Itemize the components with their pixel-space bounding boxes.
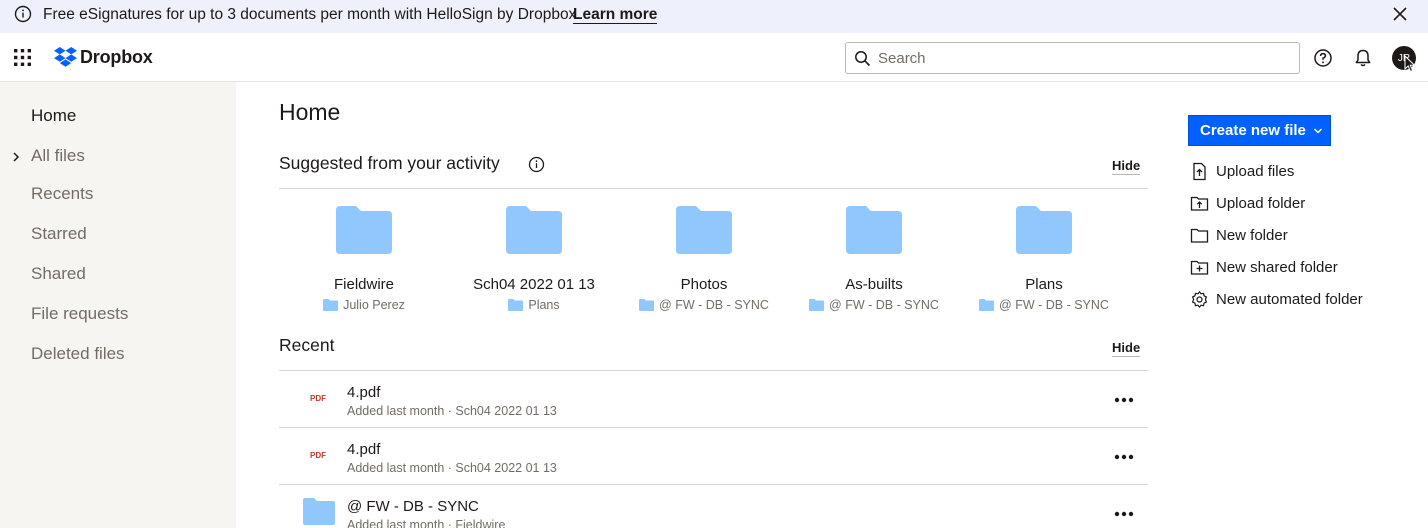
search-box[interactable] bbox=[845, 42, 1300, 74]
upload-folder-label: Upload folder bbox=[1216, 194, 1306, 212]
suggested-folder[interactable]: Sch04 2022 01 13 Plans bbox=[449, 206, 619, 312]
new-folder-label: New folder bbox=[1216, 226, 1288, 244]
pdf-file-icon: PDF bbox=[306, 385, 330, 413]
recent-row[interactable]: PDF 4.pdf Added last month · Sch04 2022 … bbox=[279, 371, 1148, 428]
dropbox-logo[interactable]: Dropbox bbox=[54, 46, 153, 68]
suggested-title: Suggested from your activity bbox=[279, 153, 500, 173]
recent-row[interactable]: @ FW - DB - SYNC Added last month · Fiel… bbox=[279, 485, 1148, 528]
new-shared-folder-label: New shared folder bbox=[1216, 258, 1338, 276]
close-icon[interactable] bbox=[1391, 5, 1409, 23]
more-options-icon[interactable] bbox=[1114, 511, 1134, 517]
folder-icon bbox=[846, 206, 902, 254]
location-label: Julio Perez bbox=[343, 298, 405, 312]
suggested-folder-name: Fieldwire bbox=[333, 276, 394, 293]
location-label: @ FW - DB - SYNC bbox=[659, 298, 769, 312]
gear-icon bbox=[1192, 290, 1207, 308]
hide-recent-button[interactable]: Hide bbox=[1112, 340, 1141, 357]
info-icon[interactable] bbox=[528, 156, 545, 173]
file-meta: Added last month · Fieldwire bbox=[347, 518, 506, 528]
sidebar-item-starred[interactable]: Starred bbox=[31, 224, 87, 244]
sidebar-item-shared[interactable]: Shared bbox=[31, 264, 86, 284]
promo-banner: Free eSignatures for up to 3 documents p… bbox=[0, 0, 1428, 33]
app-grid-icon[interactable] bbox=[14, 49, 31, 66]
sidebar-item-deleted-files[interactable]: Deleted files bbox=[31, 344, 125, 364]
shared-folder-icon bbox=[1190, 260, 1209, 275]
suggested-folder-name: As-builts bbox=[845, 276, 903, 293]
folder-icon bbox=[506, 206, 562, 254]
learn-more-link[interactable]: Learn more bbox=[573, 6, 658, 24]
location-label: Plans bbox=[528, 298, 560, 312]
chevron-down-icon bbox=[1313, 127, 1322, 134]
pdf-file-icon: PDF bbox=[306, 442, 330, 470]
folder-icon bbox=[676, 206, 732, 254]
new-shared-folder-action[interactable]: New shared folder bbox=[1190, 256, 1338, 278]
file-name: @ FW - DB - SYNC bbox=[347, 498, 479, 515]
divider bbox=[279, 188, 1148, 189]
info-icon bbox=[14, 5, 32, 23]
suggested-folder-name: Photos bbox=[680, 276, 728, 293]
upload-folder-action[interactable]: Upload folder bbox=[1190, 192, 1305, 214]
small-folder-icon bbox=[508, 299, 524, 311]
suggested-folder-location: @ FW - DB - SYNC bbox=[619, 298, 789, 312]
file-meta: Added last month · Sch04 2022 01 13 bbox=[347, 404, 557, 418]
top-bar: Dropbox JR bbox=[0, 33, 1428, 82]
suggested-folder-name: Sch04 2022 01 13 bbox=[473, 276, 595, 293]
pdf-icon-label: PDF bbox=[310, 451, 326, 460]
chevron-right-icon[interactable] bbox=[11, 152, 21, 162]
upload-file-icon bbox=[1193, 162, 1206, 180]
dropbox-logo-icon bbox=[54, 47, 77, 67]
upload-files-label: Upload files bbox=[1216, 162, 1295, 180]
suggested-folder-location: Julio Perez bbox=[279, 298, 449, 312]
sidebar-item-home[interactable]: Home bbox=[31, 106, 76, 126]
folder-icon bbox=[303, 498, 335, 525]
file-meta: Added last month · Sch04 2022 01 13 bbox=[347, 461, 557, 475]
create-new-file-label: Create new file bbox=[1200, 122, 1306, 139]
suggested-folder[interactable]: Fieldwire Julio Perez bbox=[279, 206, 449, 312]
upload-files-action[interactable]: Upload files bbox=[1190, 160, 1294, 182]
suggested-folder-location: @ FW - DB - SYNC bbox=[789, 298, 959, 312]
sidebar: Home All files Recents Starred Shared Fi… bbox=[0, 82, 236, 528]
location-label: @ FW - DB - SYNC bbox=[829, 298, 939, 312]
suggested-folder[interactable]: Photos @ FW - DB - SYNC bbox=[619, 206, 789, 312]
more-options-icon[interactable] bbox=[1114, 397, 1134, 403]
banner-message: Free eSignatures for up to 3 documents p… bbox=[43, 6, 581, 23]
small-folder-icon bbox=[639, 299, 655, 311]
brand-name: Dropbox bbox=[80, 46, 153, 67]
small-folder-icon bbox=[809, 299, 825, 311]
search-icon bbox=[855, 51, 871, 67]
file-name: 4.pdf bbox=[347, 384, 381, 401]
create-new-file-button[interactable]: Create new file bbox=[1188, 115, 1331, 146]
page-title: Home bbox=[279, 99, 341, 125]
hide-suggested-button[interactable]: Hide bbox=[1112, 158, 1141, 175]
help-icon[interactable] bbox=[1313, 48, 1333, 68]
sidebar-item-recents[interactable]: Recents bbox=[31, 184, 93, 204]
suggested-folder-location: @ FW - DB - SYNC bbox=[959, 298, 1129, 312]
pdf-icon-label: PDF bbox=[310, 394, 326, 403]
new-automated-folder-label: New automated folder bbox=[1216, 290, 1363, 308]
folder-icon bbox=[1190, 228, 1209, 243]
suggested-folder[interactable]: As-builts @ FW - DB - SYNC bbox=[789, 206, 959, 312]
location-label: @ FW - DB - SYNC bbox=[999, 298, 1109, 312]
upload-folder-icon bbox=[1190, 196, 1209, 211]
search-input[interactable] bbox=[878, 47, 1288, 69]
suggested-folder[interactable]: Plans @ FW - DB - SYNC bbox=[959, 206, 1129, 312]
folder-icon bbox=[1016, 206, 1072, 254]
mouse-cursor-icon bbox=[1404, 55, 1416, 73]
new-automated-folder-action[interactable]: New automated folder bbox=[1190, 288, 1363, 310]
folder-icon bbox=[336, 206, 392, 254]
file-name: 4.pdf bbox=[347, 441, 381, 458]
notification-bell-icon[interactable] bbox=[1353, 48, 1373, 68]
more-options-icon[interactable] bbox=[1114, 454, 1134, 460]
recent-row[interactable]: PDF 4.pdf Added last month · Sch04 2022 … bbox=[279, 428, 1148, 485]
recent-title: Recent bbox=[279, 335, 335, 355]
sidebar-item-file-requests[interactable]: File requests bbox=[31, 304, 128, 324]
small-folder-icon bbox=[323, 299, 339, 311]
new-folder-action[interactable]: New folder bbox=[1190, 224, 1288, 246]
small-folder-icon bbox=[979, 299, 995, 311]
suggested-folder-name: Plans bbox=[1025, 276, 1063, 293]
suggested-folder-location: Plans bbox=[449, 298, 619, 312]
sidebar-item-all-files[interactable]: All files bbox=[31, 146, 85, 166]
